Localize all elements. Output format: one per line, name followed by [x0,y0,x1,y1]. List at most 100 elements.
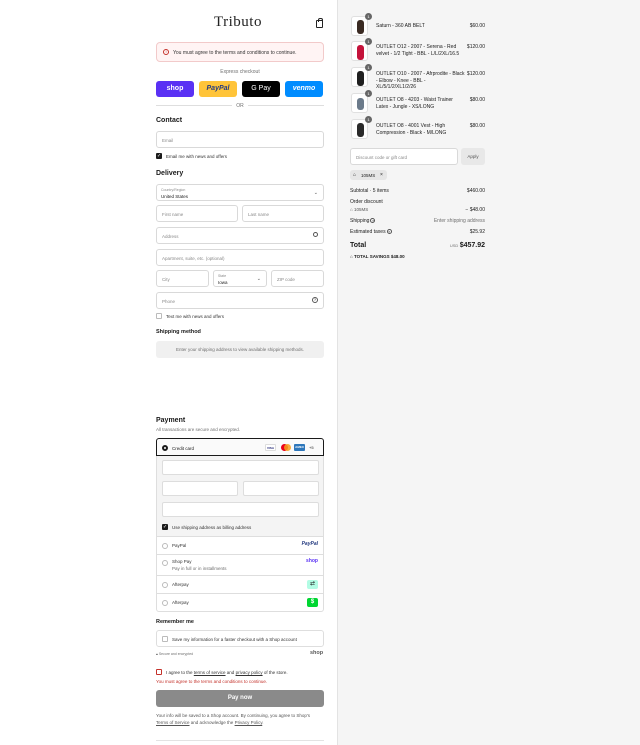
paypal-option[interactable]: PayPal PayPal [156,537,324,555]
remember-me-box[interactable]: Save my information for a faster checkou… [156,630,324,647]
venmo-button[interactable]: venmo [285,81,323,97]
cash-app-label: Afterpay [172,600,189,605]
shipping-method-message: Enter your shipping address to view avai… [156,341,324,358]
quantity-badge: 1 [365,38,372,45]
discount-code-input[interactable]: Discount code or gift card [350,148,458,165]
savings-label: TOTAL SAVINGS [353,254,390,259]
address-field[interactable]: Address [156,227,324,244]
state-value: Iowa [218,280,228,285]
google-pay-button[interactable]: G Pay [242,81,280,97]
city-field[interactable]: City [156,270,209,287]
credit-card-radio[interactable] [162,445,168,451]
discount-value: − $48.00 [465,207,485,213]
footer-end: . [262,719,264,725]
remember-me-checkbox[interactable] [162,636,168,642]
privacy-policy-link[interactable]: privacy policy [236,670,263,675]
country-select[interactable]: Country/Region United States ⌄ [156,184,324,201]
taxes-value: $25.92 [469,229,485,235]
shop-pay-label: Shop Pay [172,559,192,564]
shop-terms-link[interactable]: Terms of Service [156,720,190,725]
terms-checkbox[interactable] [156,669,162,675]
afterpay-radio[interactable] [162,582,168,588]
name-on-card-field[interactable] [162,502,319,517]
quantity-badge: 1 [365,116,372,123]
chevron-down-icon: ⌄ [313,190,318,196]
credit-card-label: Credit card [172,446,195,451]
product-price: $60.00 [469,23,485,29]
footer-divider [156,740,324,741]
cart-bag-icon[interactable] [316,18,323,28]
more-cards-count: +5 [309,445,314,450]
shop-pay-option[interactable]: Shop Pay Pay in full or in installments … [156,555,324,576]
text-offers-checkbox[interactable] [156,313,162,319]
last-name-field[interactable]: Last name [242,205,324,222]
shop-privacy-link[interactable]: Privacy Policy [235,720,263,725]
quantity-badge: 1 [365,90,372,97]
shop-pay-button[interactable]: shop [156,81,194,97]
shipping-label: Shipping? [350,218,376,224]
product-price: $80.00 [469,97,485,103]
express-checkout-label: Express checkout [220,69,260,75]
paypal-logo-icon: PayPal [301,541,318,547]
payment-subtitle: All transactions are secure and encrypte… [156,427,241,432]
afterpay-logo-icon: ⇄ [307,580,318,589]
chevron-down-icon: ⌄ [256,276,261,282]
terms-label: I agree to the terms of service and priv… [166,670,288,675]
total-value: $457.92 [459,242,485,249]
apply-button[interactable]: Apply [461,148,485,165]
state-select[interactable]: State Iowa ⌄ [213,270,267,287]
brand-logo[interactable]: Tributo [214,14,262,31]
taxes-label: Estimated taxes? [350,229,392,235]
cash-app-logo-icon: $ [307,598,318,607]
subtotal-label: Subtotal · 5 items [350,188,389,194]
apartment-field[interactable]: Apartment, suite, etc. (optional) [156,249,324,266]
first-name-field[interactable]: First name [156,205,238,222]
terms-suffix: of the store. [262,670,288,675]
paypal-button[interactable]: PayPal [199,81,237,97]
security-code-field[interactable] [243,481,319,496]
address-placeholder: Address [162,234,179,239]
country-label: Country/Region [161,188,186,192]
help-icon[interactable]: ? [312,297,318,303]
zip-field[interactable]: ZIP code [271,270,324,287]
visa-icon: VISA [265,444,276,451]
terms-of-service-link[interactable]: terms of service [194,670,226,675]
shop-pay-radio[interactable] [162,560,168,566]
delivery-heading: Delivery [156,170,184,177]
or-text: OR [236,103,244,109]
subtotal-value: $460.00 [466,188,485,194]
pay-now-button[interactable]: Pay now [156,690,324,707]
order-discount-label: Order discount [350,199,383,205]
credit-card-option[interactable]: Credit card VISA AMEX +5 [156,438,324,456]
expiration-field[interactable] [162,481,238,496]
card-number-field[interactable] [162,460,319,475]
zip-placeholder: ZIP code [277,277,295,282]
text-offers-label: Text me with news and offers [166,314,224,319]
billing-address-checkbox[interactable]: ✓ [162,524,168,530]
product-price: $120.00 [466,44,485,50]
savings-value: $48.00 [390,254,405,259]
email-field[interactable]: Email [156,131,324,148]
info-icon[interactable]: ? [370,218,376,224]
footer-text: Your info will be saved to a Shop accoun… [156,713,311,718]
discount-tag-code: 105MS [361,173,376,178]
remove-tag-icon[interactable]: × [380,172,383,178]
cash-app-option[interactable]: Afterpay $ [156,594,324,612]
news-offers-checkbox[interactable]: ✓ [156,153,162,159]
cash-app-radio[interactable] [162,600,168,606]
shipping-label-text: Shipping [350,218,370,224]
afterpay-label: Afterpay [172,582,189,587]
secure-label: Secure and encrypted [158,652,194,656]
news-offers-label: Email me with news and offers [166,154,227,159]
info-icon[interactable]: ? [386,229,392,235]
mastercard-icon [280,444,291,451]
paypal-label: PayPal [172,543,187,548]
card-details-panel: ✓ Use shipping address as billing addres… [156,456,324,537]
phone-field[interactable]: Phone ? [156,292,324,309]
apartment-placeholder: Apartment, suite, etc. (optional) [162,256,225,261]
checkout-form-panel: Tributo ! You must agree to the terms an… [0,0,337,745]
afterpay-option[interactable]: Afterpay ⇄ [156,576,324,594]
billing-address-label: Use shipping address as billing address [172,525,252,530]
first-name-placeholder: First name [162,212,184,217]
paypal-radio[interactable] [162,543,168,549]
